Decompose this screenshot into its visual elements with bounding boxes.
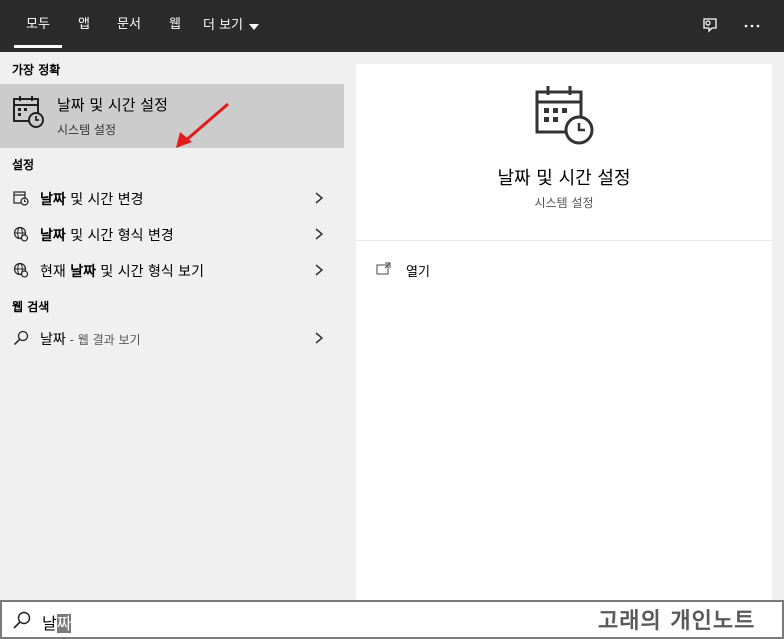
chevron-right-icon — [315, 332, 324, 344]
search-icon — [12, 329, 30, 347]
settings-item-label: 날짜 및 시간 변경 — [40, 192, 144, 208]
settings-item-change-date-time[interactable]: 날짜 및 시간 변경 — [0, 180, 344, 216]
chevron-right-icon — [315, 192, 324, 204]
divider — [356, 240, 772, 241]
open-label: 열기 — [406, 264, 430, 280]
chevron-right-icon — [315, 264, 324, 276]
search-input[interactable]: 날짜 — [42, 610, 72, 634]
best-match-title: 날짜 및 시간 설정 — [57, 96, 168, 114]
settings-item-view-format[interactable]: 현재 날짜 및 시간 형식 보기 — [0, 252, 344, 288]
tab-apps[interactable]: 앱 — [72, 0, 96, 52]
section-web-search: 웹 검색 — [12, 300, 50, 314]
more-icon[interactable] — [739, 13, 765, 39]
open-button[interactable]: 열기 — [376, 260, 430, 280]
search-icon — [12, 610, 32, 630]
top-bar: 모두 앱 문서 웹 더 보기 — [0, 0, 784, 52]
best-match-subtitle: 시스템 설정 — [57, 123, 117, 137]
tab-documents[interactable]: 문서 — [110, 0, 148, 52]
detail-title: 날짜 및 시간 설정 — [497, 168, 631, 189]
chevron-right-icon — [315, 228, 324, 240]
detail-panel: 날짜 및 시간 설정 시스템 설정 열기 — [356, 64, 772, 600]
region-icon — [12, 261, 30, 279]
calendar-clock-icon — [534, 84, 596, 150]
selected-text: 짜 — [56, 614, 72, 633]
web-search-item[interactable]: 날짜 - 웹 결과 보기 — [0, 320, 344, 356]
web-search-label: 날짜 - 웹 결과 보기 — [40, 332, 141, 348]
tab-more-label: 더 보기 — [203, 18, 244, 33]
calendar-clock-icon — [12, 95, 46, 133]
settings-item-label: 현재 날짜 및 시간 형식 보기 — [40, 264, 204, 280]
tab-all[interactable]: 모두 — [14, 0, 62, 52]
section-settings: 설정 — [12, 158, 35, 172]
detail-subtitle: 시스템 설정 — [534, 196, 594, 210]
watermark: 고래의 개인노트 — [598, 609, 756, 634]
annotation-arrow — [176, 102, 229, 148]
region-icon — [12, 225, 30, 243]
results-panel: 가장 정확 날짜 및 시간 설정 시스템 설정 설정 날짜 및 시간 변경 날짜… — [0, 52, 344, 600]
tab-web[interactable]: 웹 — [162, 0, 188, 52]
open-icon — [376, 261, 392, 280]
date-time-icon — [12, 189, 30, 207]
feedback-icon[interactable] — [697, 13, 723, 39]
tab-more[interactable]: 더 보기 — [203, 0, 273, 52]
settings-item-change-format[interactable]: 날짜 및 시간 형식 변경 — [0, 216, 344, 252]
section-best-match: 가장 정확 — [12, 63, 61, 77]
settings-item-label: 날짜 및 시간 형식 변경 — [40, 228, 174, 244]
caret-down-icon — [249, 24, 260, 30]
